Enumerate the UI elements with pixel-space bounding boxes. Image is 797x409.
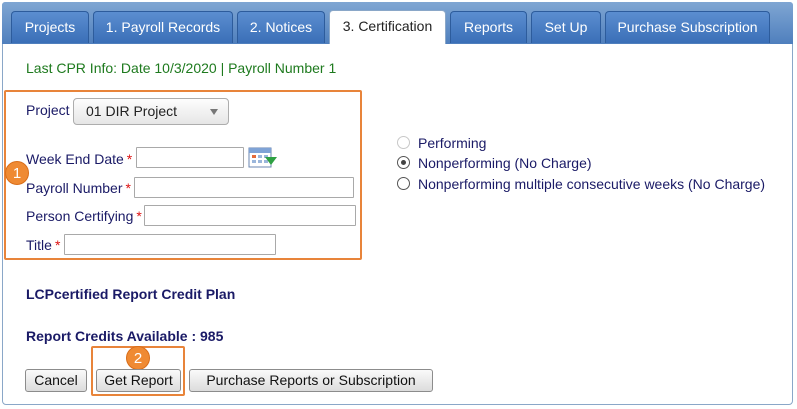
tab-notices[interactable]: 2. Notices — [237, 11, 325, 43]
radio-nonperforming-multiple[interactable]: Nonperforming multiple consecutive weeks… — [397, 176, 765, 192]
credits-available: Report Credits Available : 985 — [26, 328, 224, 344]
radio-performing[interactable]: Performing — [397, 135, 486, 151]
callout-badge-2: 2 — [126, 346, 150, 370]
person-certifying-label: Person Certifying * — [26, 208, 142, 224]
required-mark: * — [125, 180, 131, 196]
title-label: Title * — [26, 237, 60, 253]
radio-button[interactable] — [397, 136, 410, 149]
payroll-number-input[interactable] — [134, 177, 354, 198]
project-label: Project — [26, 102, 70, 118]
project-select[interactable]: 01 DIR Project — [73, 98, 229, 125]
chevron-down-icon — [210, 109, 218, 115]
cancel-button[interactable]: Cancel — [25, 369, 87, 392]
payroll-number-label-text: Payroll Number — [26, 180, 123, 196]
last-cpr-info: Last CPR Info: Date 10/3/2020 | Payroll … — [26, 60, 337, 76]
tab-set-up[interactable]: Set Up — [531, 11, 601, 43]
get-report-button[interactable]: Get Report — [96, 369, 181, 392]
week-end-date-input[interactable] — [136, 147, 244, 168]
project-select-value: 01 DIR Project — [86, 103, 178, 119]
calendar-icon[interactable] — [248, 146, 278, 170]
week-end-date-label: Week End Date * — [26, 151, 132, 167]
radio-button[interactable] — [397, 177, 410, 190]
title-label-text: Title — [26, 237, 52, 253]
radio-nonperforming-multiple-label: Nonperforming multiple consecutive weeks… — [418, 176, 766, 192]
radio-nonperforming[interactable]: Nonperforming (No Charge) — [397, 155, 592, 171]
payroll-number-label: Payroll Number * — [26, 180, 131, 196]
tab-payroll-records[interactable]: 1. Payroll Records — [93, 11, 233, 43]
radio-button[interactable] — [397, 156, 410, 169]
credit-plan-heading: LCPcertified Report Credit Plan — [26, 286, 236, 302]
required-mark: * — [136, 208, 142, 224]
radio-performing-label: Performing — [418, 135, 487, 151]
tab-purchase-subscription[interactable]: Purchase Subscription — [605, 11, 770, 43]
tab-reports[interactable]: Reports — [450, 11, 527, 43]
tab-projects[interactable]: Projects — [11, 11, 89, 43]
tab-certification[interactable]: 3. Certification — [329, 10, 446, 44]
radio-nonperforming-label: Nonperforming (No Charge) — [418, 155, 592, 171]
required-mark: * — [54, 237, 61, 253]
person-certifying-label-text: Person Certifying — [26, 208, 134, 224]
required-mark: * — [126, 151, 133, 167]
title-input[interactable] — [64, 234, 276, 255]
week-end-date-label-text: Week End Date — [26, 151, 124, 167]
person-certifying-input[interactable] — [144, 205, 356, 226]
purchase-reports-button[interactable]: Purchase Reports or Subscription — [189, 369, 433, 392]
